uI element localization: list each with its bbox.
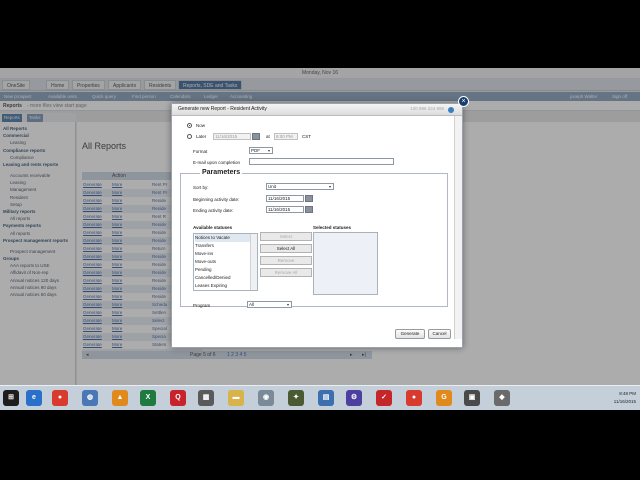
available-statuses-label: Available statuses: [193, 225, 233, 230]
list-item[interactable]: Cancelled/Denied: [195, 274, 251, 282]
folder-icon[interactable]: ▬: [228, 390, 244, 406]
later-time-input[interactable]: 8:00 PM: [274, 133, 298, 140]
email-label: E-mail upon completion: [193, 160, 241, 165]
app-icon[interactable]: ▤: [318, 390, 334, 406]
select-all-button[interactable]: Select All: [260, 244, 312, 253]
format-select[interactable]: PDF ▾: [249, 147, 273, 154]
letterbox-bottom: [0, 410, 640, 480]
vlc-icon[interactable]: ▲: [112, 390, 128, 406]
quicken-icon[interactable]: Q: [170, 390, 186, 406]
app-icon[interactable]: ▣: [464, 390, 480, 406]
dialog-title-bar: Generate new Report - Resident Activity …: [172, 104, 462, 116]
cancel-button[interactable]: Cancel: [428, 329, 451, 339]
at-label: at: [266, 134, 270, 139]
clock-time: 8:48 PM: [619, 391, 636, 396]
end-date-label: Ending activity date:: [193, 208, 234, 213]
excel-icon[interactable]: X: [140, 390, 156, 406]
sort-label: Sort by:: [193, 185, 209, 190]
list-item[interactable]: Move-outs: [195, 258, 251, 266]
generate-button[interactable]: Generate: [395, 329, 425, 339]
dialog-title: Generate new Report - Resident Activity: [178, 106, 267, 112]
program-select[interactable]: All ▾: [247, 301, 292, 308]
email-field[interactable]: [249, 158, 394, 165]
ie-icon[interactable]: e: [26, 390, 42, 406]
now-label: Now: [196, 123, 206, 128]
available-statuses-list[interactable]: Notices to Vacate Transfers Move-ins Mov…: [193, 233, 258, 291]
chevron-down-icon: ▾: [267, 148, 270, 153]
list-item[interactable]: Notices to Vacate: [195, 234, 251, 242]
taskbar: ⊞ e ● ◍ ▲ X Q ▦ ▬ ◉ ✦ ▤ ⚙ ✓ ● G ▣ ◆ 8:48…: [0, 385, 640, 410]
app-icon[interactable]: ✦: [288, 390, 304, 406]
selected-statuses-label: Selected statuses: [313, 225, 352, 230]
begin-date-label: Beginning activity date:: [193, 197, 240, 202]
app-window: Monday, Nov 16 OneSite Home Properties A…: [0, 68, 640, 385]
list-item[interactable]: Move-ins: [195, 250, 251, 258]
program-label: Program: [193, 303, 211, 308]
chrome-icon[interactable]: ●: [52, 390, 68, 406]
screen: Monday, Nov 16 OneSite Home Properties A…: [0, 0, 640, 480]
letterbox-top: [0, 0, 640, 68]
dialog-scrollbar[interactable]: [454, 116, 462, 339]
later-label: Later: [196, 134, 207, 139]
format-label: Format: [193, 149, 208, 154]
gear-icon[interactable]: ⚙: [346, 390, 362, 406]
list-item[interactable]: Leases Expiring: [195, 282, 251, 290]
app-icon[interactable]: ◆: [494, 390, 510, 406]
begin-date-input[interactable]: 11/16/2015: [266, 195, 304, 202]
chevron-down-icon: ▾: [286, 302, 289, 307]
parameters-title: Parameters: [200, 169, 243, 176]
close-icon[interactable]: ×: [458, 96, 469, 107]
end-date-input[interactable]: 11/16/2015: [266, 206, 304, 213]
check-icon[interactable]: ✓: [376, 390, 392, 406]
chrome-icon[interactable]: ●: [406, 390, 422, 406]
format-value: PDF: [251, 148, 260, 153]
list-item[interactable]: Transfers: [195, 242, 251, 250]
generate-report-dialog: Generate new Report - Resident Activity …: [171, 96, 469, 348]
app-icon[interactable]: ◉: [258, 390, 274, 406]
list-scrollbar[interactable]: [250, 234, 257, 290]
program-value: All: [249, 302, 255, 307]
dialog-extra-text: 120 886 324 896: [410, 106, 444, 111]
clock-date: 11/16/2015: [613, 399, 636, 404]
sort-select[interactable]: Unit ▾: [266, 183, 334, 190]
help-icon[interactable]: [448, 107, 454, 113]
timezone-label: CST: [302, 134, 311, 139]
end-calendar-icon[interactable]: [305, 206, 313, 213]
system-clock[interactable]: 8:48 PM 11/16/2015: [614, 390, 636, 406]
calculator-icon[interactable]: ▦: [198, 390, 214, 406]
remove-all-button[interactable]: Remove All: [260, 268, 312, 277]
later-calendar-icon[interactable]: [252, 133, 260, 140]
start-icon[interactable]: ⊞: [3, 390, 19, 406]
list-item[interactable]: Pending: [195, 266, 251, 274]
select-button[interactable]: Select: [260, 232, 312, 241]
chevron-down-icon: ▾: [328, 184, 331, 189]
selected-statuses-list[interactable]: [313, 232, 378, 295]
later-radio[interactable]: [187, 134, 192, 139]
now-radio[interactable]: [187, 123, 192, 128]
app-icon[interactable]: ◍: [82, 390, 98, 406]
begin-calendar-icon[interactable]: [305, 195, 313, 202]
app-icon[interactable]: G: [436, 390, 452, 406]
remove-button[interactable]: Remove: [260, 256, 312, 265]
sort-value: Unit: [268, 184, 277, 189]
later-date-input[interactable]: 11/16/2015: [213, 133, 251, 140]
